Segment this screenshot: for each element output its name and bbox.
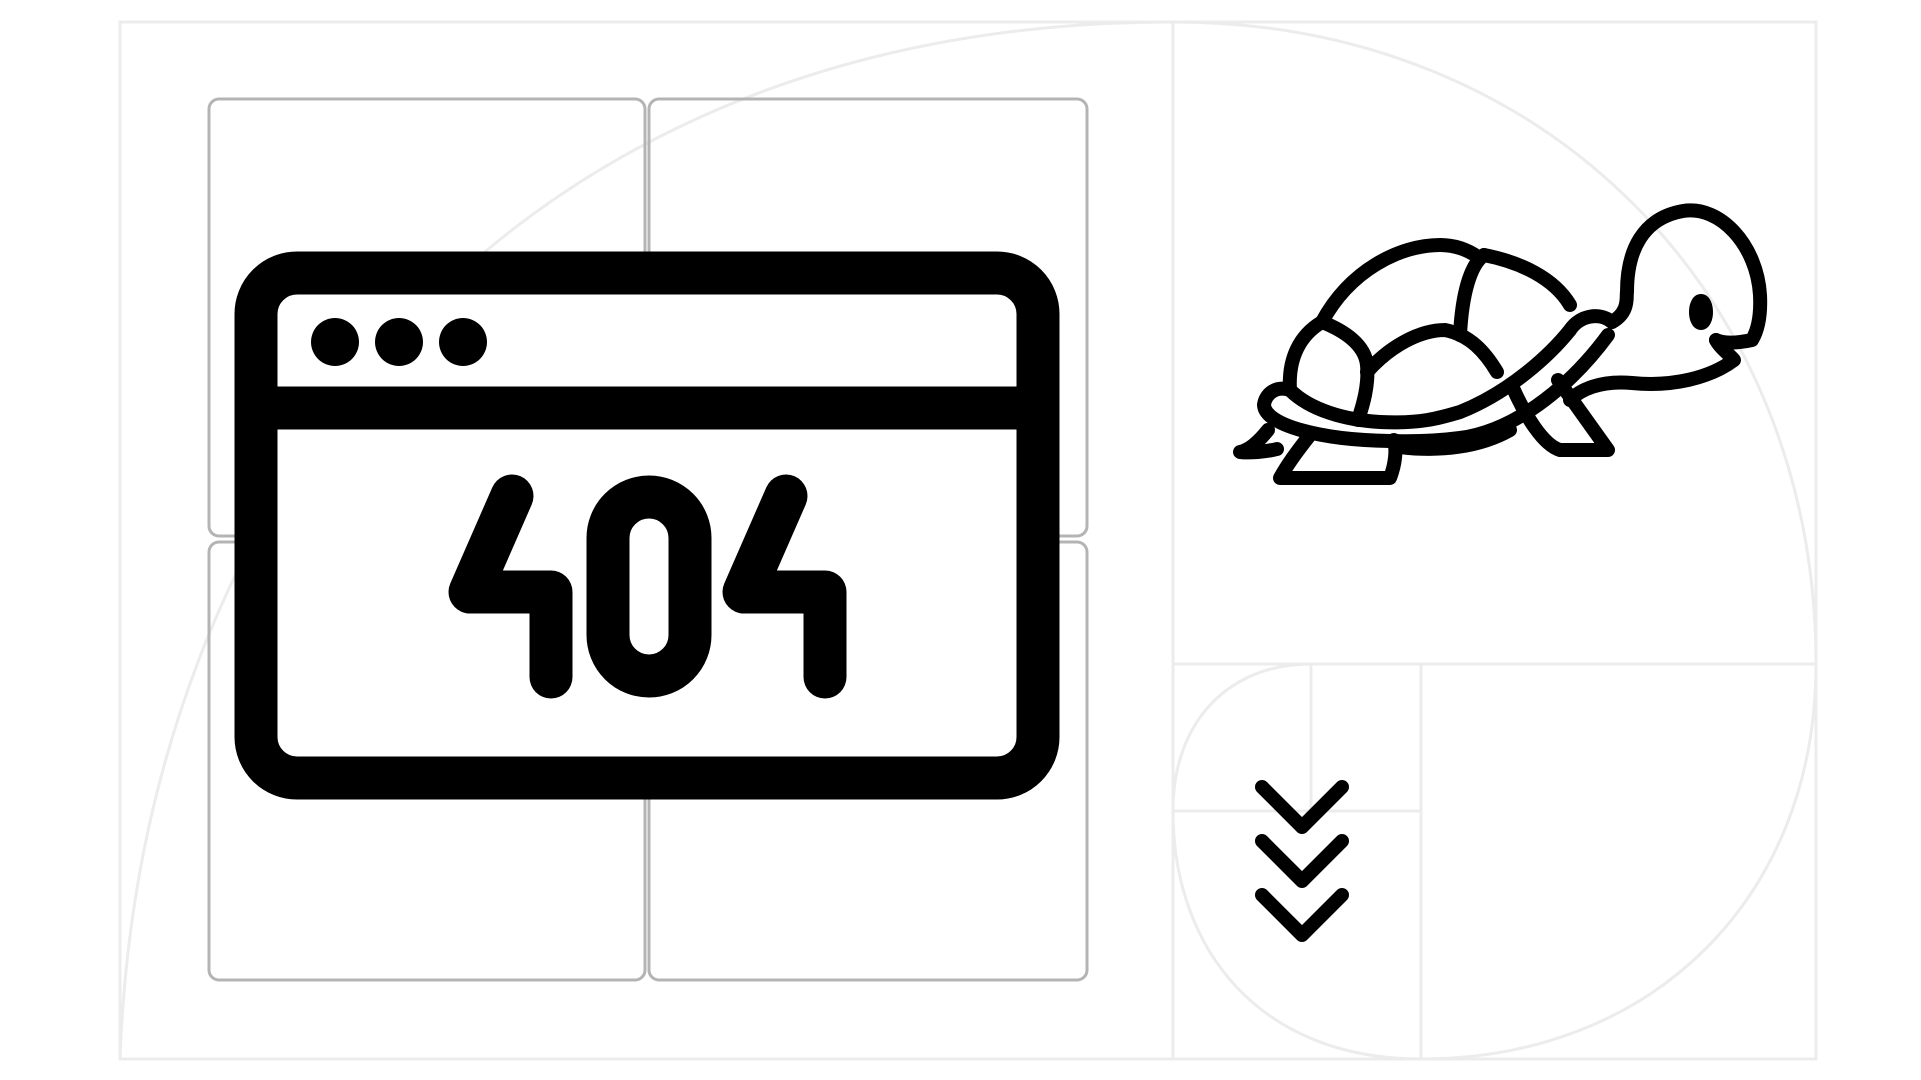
turtle-tail	[1233, 423, 1284, 460]
chevron-down-icon-2	[1255, 834, 1349, 888]
turtle-shell-rear	[1477, 248, 1577, 312]
turtle-shell-top	[1315, 238, 1485, 329]
browser-dot-3	[439, 318, 487, 366]
illustration-canvas	[0, 0, 1921, 1080]
browser-window-404-icon	[234, 251, 1060, 800]
turtle-shell-segment-3	[1453, 248, 1491, 342]
triple-chevron-down-icon	[1255, 780, 1349, 942]
browser-window-white-fill	[256, 273, 1038, 778]
browser-dot-2	[375, 318, 423, 366]
browser-dot-1	[311, 318, 359, 366]
chevron-down-icon-1	[1255, 780, 1349, 834]
chevron-down-icon-3	[1255, 888, 1349, 942]
turtle-icon	[1233, 203, 1768, 485]
illustration-svg	[118, 20, 1818, 1061]
turtle-eye	[1689, 294, 1713, 330]
turtle-shell-segment-2	[1360, 323, 1504, 379]
turtle-head	[1605, 203, 1768, 350]
